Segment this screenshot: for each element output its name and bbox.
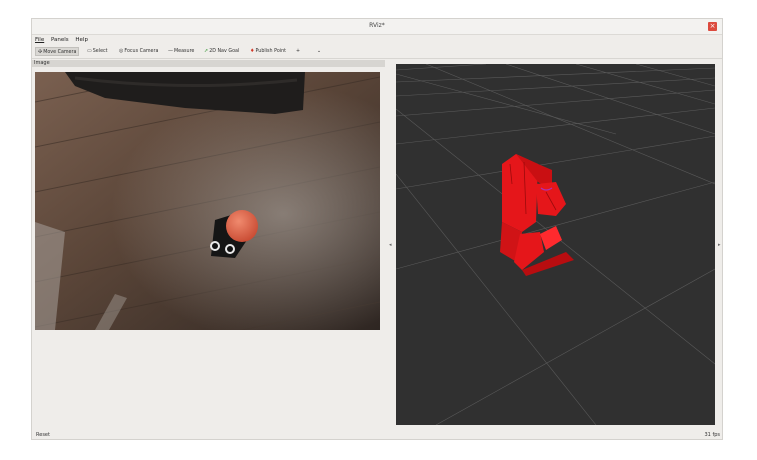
menu-help[interactable]: Help [74, 35, 89, 45]
title-bar: RViz* × [32, 19, 722, 35]
fps-readout: 31 fps [704, 432, 721, 438]
measure-icon: — [168, 48, 173, 54]
focus-camera-label: Focus Camera [124, 49, 159, 54]
focus-camera-icon: ◎ [119, 48, 124, 54]
plus-icon: + [296, 49, 301, 54]
tool-overflow-button[interactable]: ⌄ [315, 47, 323, 56]
move-camera-label: Move Camera [43, 50, 77, 55]
measure-label: Measure [174, 49, 195, 54]
select-label: Select [92, 49, 108, 54]
camera-image [35, 72, 380, 330]
close-button[interactable]: × [708, 22, 717, 31]
tool-bar: ✣Move Camera ▭Select ◎Focus Camera —Meas… [32, 46, 722, 59]
3d-view[interactable] [396, 64, 715, 425]
add-tool-button[interactable]: + [294, 47, 302, 56]
menu-file[interactable]: File [34, 35, 45, 45]
focus-camera-button[interactable]: ◎Focus Camera [117, 47, 160, 56]
status-bar: Reset 31 fps [32, 430, 722, 439]
nav-goal-label: 2D Nav Goal [209, 49, 240, 54]
image-panel-title: Image [34, 60, 50, 66]
reset-button[interactable]: Reset [34, 431, 52, 439]
select-icon: ▭ [87, 48, 92, 54]
publish-point-icon: ♦ [250, 48, 255, 54]
menu-bar: File Panels Help [32, 35, 722, 46]
window-title: RViz* [369, 22, 385, 29]
move-camera-icon: ✣ [38, 49, 43, 55]
select-button[interactable]: ▭Select [85, 47, 110, 56]
publish-point-label: Publish Point [255, 49, 287, 54]
splitter-arrow-icon: ◂ [389, 242, 392, 248]
right-splitter-arrow-icon[interactable]: ▸ [718, 242, 721, 248]
nav-goal-icon: ➚ [204, 48, 209, 54]
close-icon: × [709, 22, 716, 30]
image-panel-header: Image [32, 60, 385, 67]
move-camera-button[interactable]: ✣Move Camera [35, 47, 80, 56]
panel-splitter[interactable]: ◂ [387, 60, 395, 431]
measure-button[interactable]: —Measure [166, 47, 196, 56]
rviz-window: RViz* × File Panels Help ✣Move Camera ▭S… [31, 18, 723, 440]
publish-point-button[interactable]: ♦Publish Point [248, 47, 288, 56]
nav-goal-button[interactable]: ➚2D Nav Goal [202, 47, 241, 56]
chevron-down-icon: ⌄ [317, 49, 322, 54]
menu-panels[interactable]: Panels [50, 35, 70, 45]
